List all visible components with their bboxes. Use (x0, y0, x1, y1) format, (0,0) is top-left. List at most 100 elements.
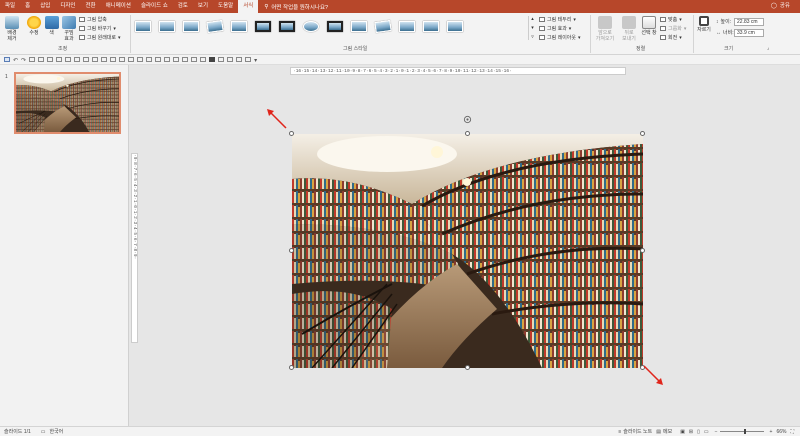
color-button[interactable]: 색 (44, 16, 59, 36)
resize-handle-right[interactable] (640, 248, 645, 253)
group-button[interactable]: 그룹화 ▾ (660, 25, 686, 32)
tab-3[interactable]: 디자인 (55, 0, 80, 13)
qat-tool-18-icon[interactable] (182, 57, 189, 62)
tab-6[interactable]: 슬라이드 쇼 (136, 0, 173, 13)
artistic-effects-button[interactable]: 꾸밈 효과 (61, 16, 77, 42)
reset-picture-button[interactable]: 그림 원래대로 ▾ (79, 34, 121, 41)
qat-tool-19-icon[interactable] (191, 57, 198, 62)
picture-style-12[interactable] (397, 18, 417, 35)
zoom-level[interactable]: 66% (776, 429, 786, 435)
qat-tool-2-icon[interactable] (38, 57, 45, 62)
resize-handle-bottom-left[interactable] (289, 365, 294, 370)
change-picture-button[interactable]: 그림 바꾸기 ▾ (79, 25, 116, 32)
qat-tool-11-icon[interactable] (119, 57, 126, 62)
qat-tool-1-icon[interactable] (29, 57, 36, 62)
crop-button[interactable]: 자르기 (696, 16, 712, 33)
resize-handle-left[interactable] (289, 248, 294, 253)
more-styles-icon[interactable]: ▿ (531, 34, 534, 40)
align-button[interactable]: 맞춤 ▾ (660, 16, 682, 23)
scroll-down-icon[interactable]: ▾ (531, 25, 534, 31)
tab-0[interactable]: 파일 (0, 0, 20, 13)
resize-handle-bottom[interactable] (465, 365, 470, 370)
scroll-up-icon[interactable]: ▴ (531, 16, 534, 22)
qat-tool-24-icon[interactable] (245, 57, 252, 62)
qat-tool-23-icon[interactable] (236, 57, 243, 62)
size-dialog-launcher-icon[interactable]: ⌟ (767, 45, 769, 51)
reading-view-icon[interactable]: ▯ (697, 429, 700, 435)
qat-tool-4-icon[interactable] (56, 57, 63, 62)
tab-5[interactable]: 애니메이션 (101, 0, 136, 13)
qat-tool-10-icon[interactable] (110, 57, 117, 62)
width-field[interactable]: 33.9 cm (734, 29, 764, 37)
slide-thumbnail-1[interactable] (14, 72, 121, 134)
corrections-button[interactable]: 수정 (25, 16, 43, 36)
resize-handle-top[interactable] (465, 131, 470, 136)
resize-handle-top-left[interactable] (289, 131, 294, 136)
slide-sorter-icon[interactable]: ⊞ (689, 429, 693, 435)
resize-handle-top-right[interactable] (640, 131, 645, 136)
picture-style-1[interactable] (133, 18, 153, 35)
qat-tool-9-icon[interactable] (101, 57, 108, 62)
tab-2[interactable]: 삽입 (35, 0, 55, 13)
fit-to-window-icon[interactable]: ⛶ (790, 429, 794, 435)
tab-9[interactable]: 도움말 (213, 0, 238, 13)
language-indicator[interactable]: 한국어 (49, 428, 63, 435)
picture-style-2[interactable] (157, 18, 177, 35)
normal-view-icon[interactable]: ▣ (680, 429, 685, 435)
qat-tool-12-icon[interactable] (128, 57, 135, 62)
qat-tool-21-icon[interactable] (218, 57, 225, 62)
rotate-handle-icon[interactable] (463, 115, 472, 124)
undo-icon[interactable]: ↶ (13, 57, 18, 64)
picture-border-button[interactable]: 그림 테두리 ▾ (539, 16, 576, 23)
qat-tool-13-icon[interactable] (137, 57, 144, 62)
picture-style-13[interactable] (421, 18, 441, 35)
qat-tool-7-icon[interactable] (83, 57, 90, 62)
notes-button[interactable]: ≡ 슬라이드 노트 (618, 428, 652, 436)
fill-color-icon[interactable] (209, 57, 216, 62)
comments-button[interactable]: ▤ 메모 (656, 428, 672, 436)
picture-style-8[interactable] (301, 18, 321, 35)
picture-effects-button[interactable]: 그림 효과 ▾ (539, 25, 571, 32)
tab-8[interactable]: 보기 (193, 0, 213, 13)
qat-tool-6-icon[interactable] (74, 57, 81, 62)
qat-tool-17-icon[interactable] (173, 57, 180, 62)
height-field[interactable]: 22.83 cm (734, 18, 764, 26)
selected-library-picture[interactable] (292, 134, 643, 368)
spell-check-icon[interactable]: ▭ (41, 429, 46, 435)
gallery-scroll[interactable]: ▴ ▾ ▿ (528, 16, 536, 40)
tab-1[interactable]: 홈 (20, 0, 35, 13)
tab-4[interactable]: 전환 (81, 0, 101, 13)
compress-pictures-button[interactable]: 그림 압축 (79, 16, 107, 23)
qat-tool-20-icon[interactable] (200, 57, 207, 62)
qat-tool-15-icon[interactable] (155, 57, 162, 62)
picture-style-9[interactable] (325, 18, 345, 35)
picture-layout-button[interactable]: 그림 레이아웃 ▾ (539, 34, 581, 41)
qat-tool-16-icon[interactable] (164, 57, 171, 62)
picture-style-3[interactable] (181, 18, 201, 35)
picture-style-10[interactable] (349, 18, 369, 35)
zoom-slider[interactable] (718, 428, 766, 435)
bring-forward-button[interactable]: 앞으로 가져오기 (593, 16, 617, 42)
share-button[interactable]: ◯ 공유 (771, 0, 790, 13)
rotate-button[interactable]: 회전 ▾ (660, 34, 682, 41)
remove-background-button[interactable]: 배경 제거 (3, 16, 21, 42)
tab-7[interactable]: 검토 (173, 0, 193, 13)
selection-pane-button[interactable]: 선택 창 (640, 16, 658, 36)
zoom-in-icon[interactable]: + (770, 429, 773, 435)
slideshow-icon[interactable]: ▭ (704, 429, 709, 435)
picture-style-7[interactable] (277, 18, 297, 35)
picture-style-14[interactable] (445, 18, 465, 35)
customize-qat-icon[interactable]: ▾ (254, 57, 257, 64)
tell-me-search[interactable]: ⚲ 어떤 작업을 원하시나요? (264, 3, 328, 11)
tab-10[interactable]: 서식 (238, 0, 259, 13)
picture-style-4[interactable] (205, 18, 225, 35)
qat-tool-5-icon[interactable] (65, 57, 72, 62)
save-icon[interactable] (4, 57, 10, 62)
picture-style-5[interactable] (229, 18, 249, 35)
redo-icon[interactable]: ↷ (21, 57, 26, 64)
qat-tool-22-icon[interactable] (227, 57, 234, 62)
picture-style-6[interactable] (253, 18, 273, 35)
qat-tool-8-icon[interactable] (92, 57, 99, 62)
picture-style-11[interactable] (373, 18, 393, 35)
qat-tool-3-icon[interactable] (47, 57, 54, 62)
